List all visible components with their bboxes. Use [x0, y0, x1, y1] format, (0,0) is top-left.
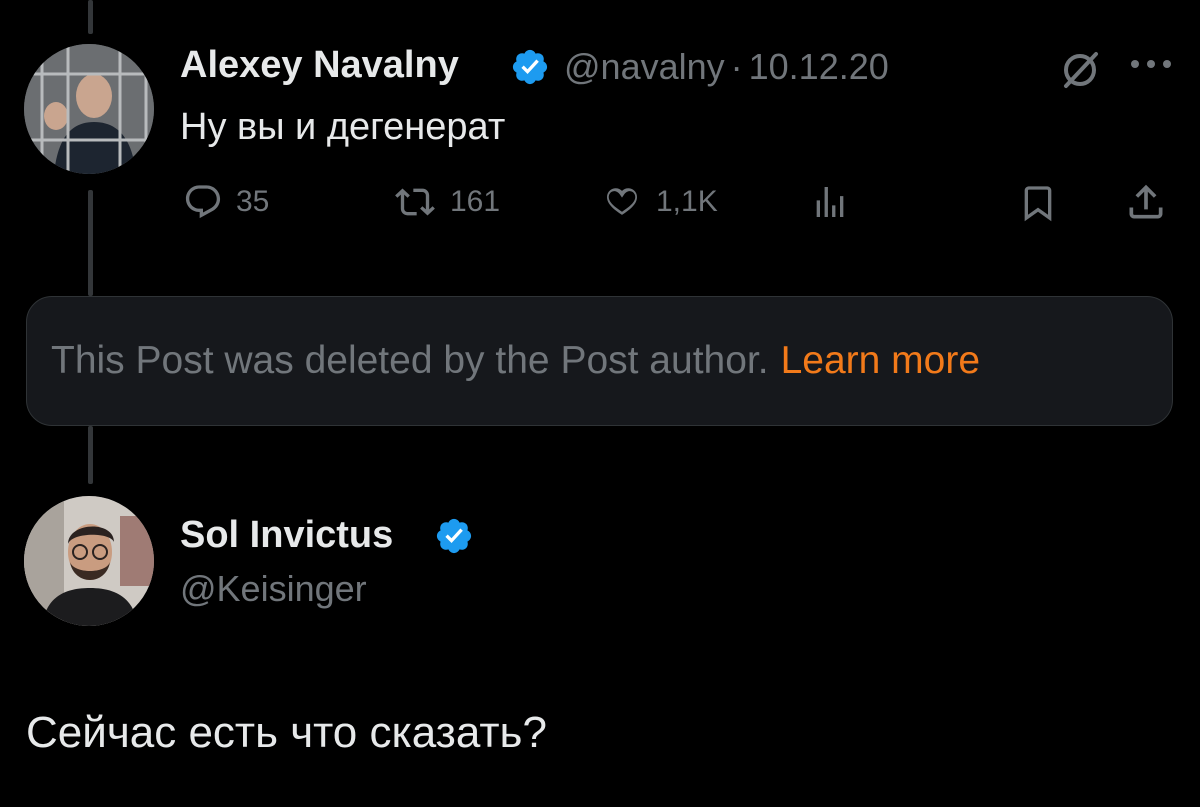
learn-more-link[interactable]: Learn more	[781, 339, 980, 383]
bookmark-icon[interactable]	[1018, 182, 1058, 224]
thread-line-middle	[88, 190, 93, 296]
like-count: 1,1K	[656, 185, 718, 218]
verified-badge-icon	[512, 49, 548, 85]
handle-date: @navalny · 10.12.20	[564, 46, 889, 88]
thread-line-bottom	[88, 426, 93, 484]
avatar-navalny[interactable]	[24, 44, 154, 174]
post-date[interactable]: 10.12.20	[749, 46, 889, 87]
avatar-sol-invictus[interactable]	[24, 496, 154, 626]
thread-line-top	[88, 0, 93, 34]
reply-count: 35	[236, 185, 270, 218]
more-icon[interactable]	[1130, 58, 1172, 70]
deleted-message: This Post was deleted by the Post author…	[51, 339, 769, 382]
views-button[interactable]	[810, 182, 850, 222]
repost-count: 161	[450, 185, 501, 218]
like-icon	[607, 188, 637, 215]
reply-author-name[interactable]: Sol Invictus	[180, 514, 393, 557]
share-icon[interactable]	[1124, 180, 1168, 224]
reply-button[interactable]: 35	[182, 182, 269, 222]
separator: ·	[730, 46, 743, 87]
reply-text: Сейчас есть что сказать?	[26, 708, 547, 757]
grok-icon[interactable]	[1058, 48, 1102, 92]
verified-badge-icon	[436, 518, 472, 554]
like-button[interactable]: 1,1K	[600, 182, 718, 222]
views-icon	[816, 187, 844, 217]
reply-icon	[185, 185, 221, 219]
author-name[interactable]: Alexey Navalny	[180, 44, 459, 87]
reply-handle[interactable]: @Keisinger	[180, 568, 367, 610]
repost-icon	[395, 188, 435, 216]
repost-button[interactable]: 161	[392, 182, 500, 222]
tweet-text: Ну вы и дегенерат	[180, 106, 506, 148]
deleted-post-notice: This Post was deleted by the Post author…	[26, 296, 1173, 426]
handle[interactable]: @navalny	[564, 46, 725, 87]
